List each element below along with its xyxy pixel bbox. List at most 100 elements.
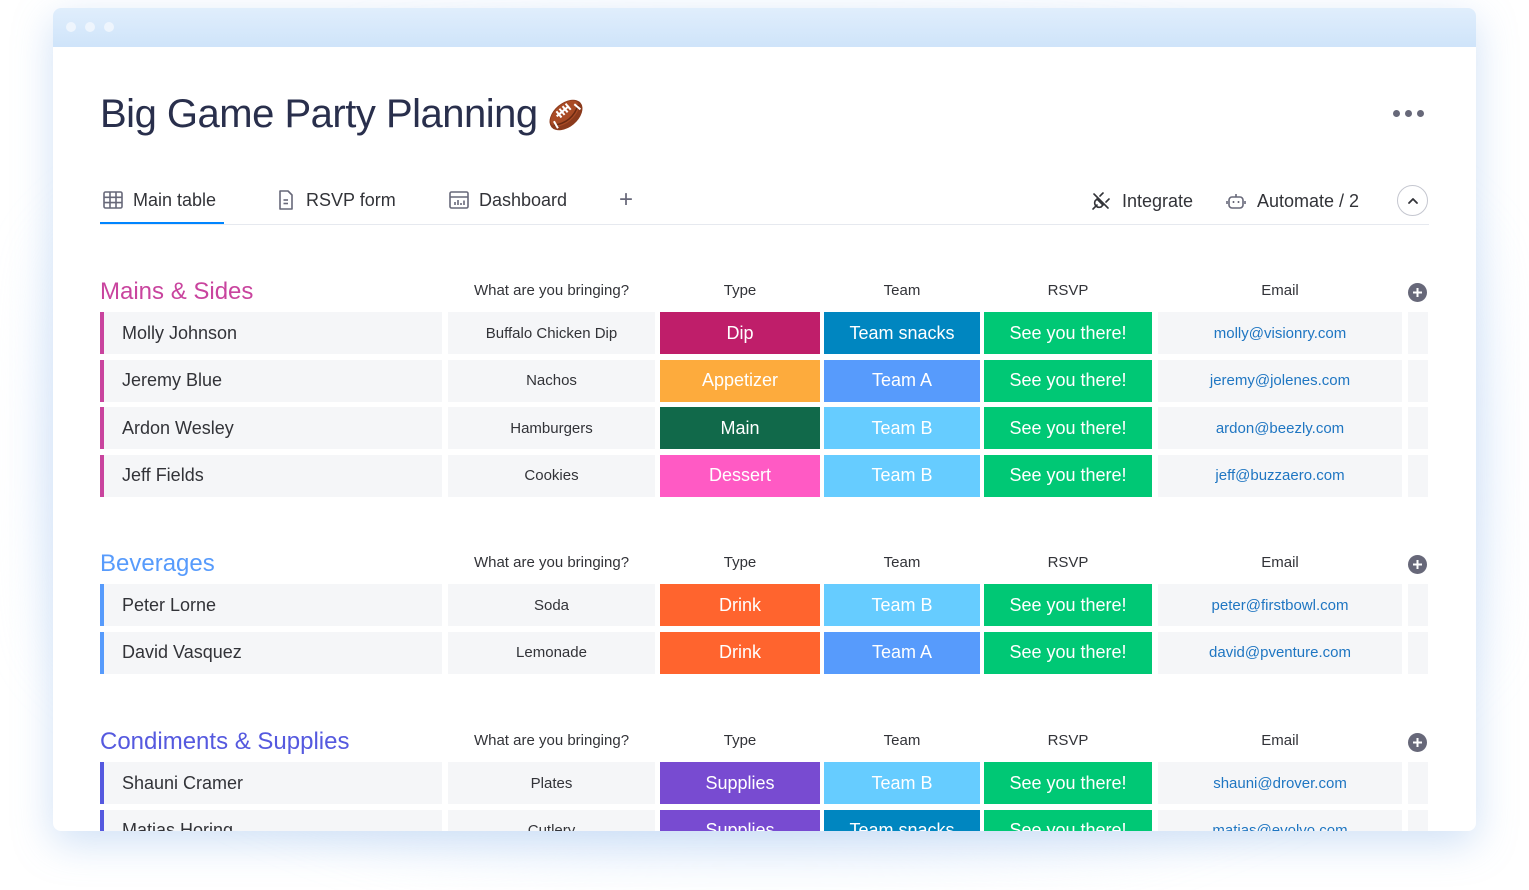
group-title[interactable]: Condiments & Supplies bbox=[100, 728, 349, 756]
item-name-cell[interactable]: Shauni Cramer bbox=[100, 762, 442, 804]
column-header-bring[interactable]: What are you bringing? bbox=[447, 732, 656, 749]
type-status-cell[interactable]: Supplies bbox=[660, 762, 820, 804]
team-status-cell[interactable]: Team snacks bbox=[824, 312, 980, 354]
rsvp-status-cell[interactable]: See you there! bbox=[984, 312, 1152, 354]
collapse-header-button[interactable] bbox=[1397, 185, 1428, 216]
team-status-cell[interactable]: Team B bbox=[824, 762, 980, 804]
email-link-cell[interactable]: matias@evolvo.com bbox=[1158, 809, 1402, 831]
rsvp-status-cell[interactable]: See you there! bbox=[984, 407, 1152, 449]
email-link-cell[interactable]: ardon@beezly.com bbox=[1158, 407, 1402, 449]
bring-cell[interactable]: Nachos bbox=[448, 359, 655, 402]
board-group: Condiments & Supplies What are you bring… bbox=[100, 722, 1430, 831]
rsvp-status-cell[interactable]: See you there! bbox=[984, 359, 1152, 402]
column-header-rsvp[interactable]: RSVP bbox=[984, 282, 1152, 299]
rsvp-status-cell[interactable]: See you there! bbox=[984, 631, 1152, 674]
rsvp-status-cell[interactable]: See you there! bbox=[984, 809, 1152, 831]
extra-empty-cell[interactable] bbox=[1408, 762, 1428, 804]
tab-main-table[interactable]: Main table bbox=[99, 189, 225, 224]
type-status-cell[interactable]: Appetizer bbox=[660, 359, 820, 402]
table-row: Jeff Fields Cookies Dessert Team B See y… bbox=[100, 454, 1430, 503]
item-name-cell[interactable]: Jeff Fields bbox=[100, 454, 442, 497]
team-status-cell[interactable]: Team B bbox=[824, 407, 980, 449]
email-link-cell[interactable]: jeff@buzzaero.com bbox=[1158, 454, 1402, 497]
board-title[interactable]: Big Game Party Planning bbox=[100, 92, 538, 137]
column-header-email[interactable]: Email bbox=[1158, 554, 1402, 571]
column-header-bring[interactable]: What are you bringing? bbox=[447, 554, 656, 571]
bring-cell[interactable]: Plates bbox=[448, 762, 655, 804]
type-status-cell[interactable]: Dip bbox=[660, 312, 820, 354]
column-header-email[interactable]: Email bbox=[1158, 732, 1402, 749]
team-status-cell[interactable]: Team snacks bbox=[824, 809, 980, 831]
more-options-button[interactable] bbox=[1393, 110, 1424, 117]
extra-empty-cell[interactable] bbox=[1408, 584, 1428, 626]
email-link-cell[interactable]: molly@visionry.com bbox=[1158, 312, 1402, 354]
column-header-email[interactable]: Email bbox=[1158, 282, 1402, 299]
column-header-type[interactable]: Type bbox=[660, 732, 820, 749]
bring-cell[interactable]: Soda bbox=[448, 584, 655, 626]
extra-empty-cell[interactable] bbox=[1408, 809, 1428, 831]
item-name-cell[interactable]: Molly Johnson bbox=[100, 312, 442, 354]
extra-empty-cell[interactable] bbox=[1408, 631, 1428, 674]
form-doc-icon bbox=[279, 190, 293, 210]
plus-circle-icon bbox=[1413, 738, 1422, 747]
rsvp-status-cell[interactable]: See you there! bbox=[984, 584, 1152, 626]
bring-cell[interactable]: Cutlery bbox=[448, 809, 655, 831]
extra-empty-cell[interactable] bbox=[1408, 312, 1428, 354]
type-status-cell[interactable]: Dessert bbox=[660, 454, 820, 497]
column-header-type[interactable]: Type bbox=[660, 554, 820, 571]
item-name-cell[interactable]: Ardon Wesley bbox=[100, 407, 442, 449]
add-column-button[interactable] bbox=[1408, 733, 1427, 752]
team-status-cell[interactable]: Team B bbox=[824, 454, 980, 497]
column-header-team[interactable]: Team bbox=[824, 732, 980, 749]
window-dot-icon bbox=[66, 22, 76, 32]
bring-cell[interactable]: Buffalo Chicken Dip bbox=[448, 312, 655, 354]
rsvp-status-cell[interactable]: See you there! bbox=[984, 454, 1152, 497]
integrate-button[interactable]: Integrate bbox=[1090, 190, 1193, 212]
type-status-cell[interactable]: Supplies bbox=[660, 809, 820, 831]
tab-dashboard[interactable]: Dashboard bbox=[448, 189, 567, 211]
group-header: Mains & Sides What are you bringing? Typ… bbox=[100, 272, 1430, 312]
column-header-team[interactable]: Team bbox=[824, 554, 980, 571]
type-status-cell[interactable]: Drink bbox=[660, 631, 820, 674]
item-name-cell[interactable]: Matias Horing bbox=[100, 809, 442, 831]
add-column-button[interactable] bbox=[1408, 283, 1427, 302]
board-title-wrap: Big Game Party Planning bbox=[100, 92, 586, 137]
column-header-team[interactable]: Team bbox=[824, 282, 980, 299]
group-title[interactable]: Beverages bbox=[100, 550, 215, 578]
extra-empty-cell[interactable] bbox=[1408, 359, 1428, 402]
extra-empty-cell[interactable] bbox=[1408, 407, 1428, 449]
column-header-rsvp[interactable]: RSVP bbox=[984, 554, 1152, 571]
team-status-cell[interactable]: Team B bbox=[824, 584, 980, 626]
table-row: Matias Horing Cutlery Supplies Team snac… bbox=[100, 809, 1430, 831]
add-view-button[interactable]: + bbox=[619, 186, 633, 214]
column-header-type[interactable]: Type bbox=[660, 282, 820, 299]
column-header-bring[interactable]: What are you bringing? bbox=[447, 282, 656, 299]
board-group: Beverages What are you bringing? Type Te… bbox=[100, 544, 1430, 679]
item-name-cell[interactable]: Jeremy Blue bbox=[100, 359, 442, 402]
plus-circle-icon bbox=[1413, 560, 1422, 569]
board-group: Mains & Sides What are you bringing? Typ… bbox=[100, 272, 1430, 502]
item-name-cell[interactable]: David Vasquez bbox=[100, 631, 442, 674]
app-window: Big Game Party Planning Main table RSVP … bbox=[53, 8, 1476, 831]
rsvp-status-cell[interactable]: See you there! bbox=[984, 762, 1152, 804]
automate-button[interactable]: Automate / 2 bbox=[1225, 190, 1359, 212]
team-status-cell[interactable]: Team A bbox=[824, 631, 980, 674]
email-link-cell[interactable]: jeremy@jolenes.com bbox=[1158, 359, 1402, 402]
extra-empty-cell[interactable] bbox=[1408, 454, 1428, 497]
bring-cell[interactable]: Cookies bbox=[448, 454, 655, 497]
robot-icon bbox=[1226, 194, 1246, 209]
tab-rsvp-form[interactable]: RSVP form bbox=[275, 189, 396, 211]
column-header-rsvp[interactable]: RSVP bbox=[984, 732, 1152, 749]
team-status-cell[interactable]: Team A bbox=[824, 359, 980, 402]
type-status-cell[interactable]: Main bbox=[660, 407, 820, 449]
type-status-cell[interactable]: Drink bbox=[660, 584, 820, 626]
bring-cell[interactable]: Lemonade bbox=[448, 631, 655, 674]
add-column-button[interactable] bbox=[1408, 555, 1427, 574]
group-title[interactable]: Mains & Sides bbox=[100, 278, 253, 306]
table-row: Ardon Wesley Hamburgers Main Team B See … bbox=[100, 407, 1430, 455]
email-link-cell[interactable]: peter@firstbowl.com bbox=[1158, 584, 1402, 626]
bring-cell[interactable]: Hamburgers bbox=[448, 407, 655, 449]
item-name-cell[interactable]: Peter Lorne bbox=[100, 584, 442, 626]
email-link-cell[interactable]: david@pventure.com bbox=[1158, 631, 1402, 674]
email-link-cell[interactable]: shauni@drover.com bbox=[1158, 762, 1402, 804]
